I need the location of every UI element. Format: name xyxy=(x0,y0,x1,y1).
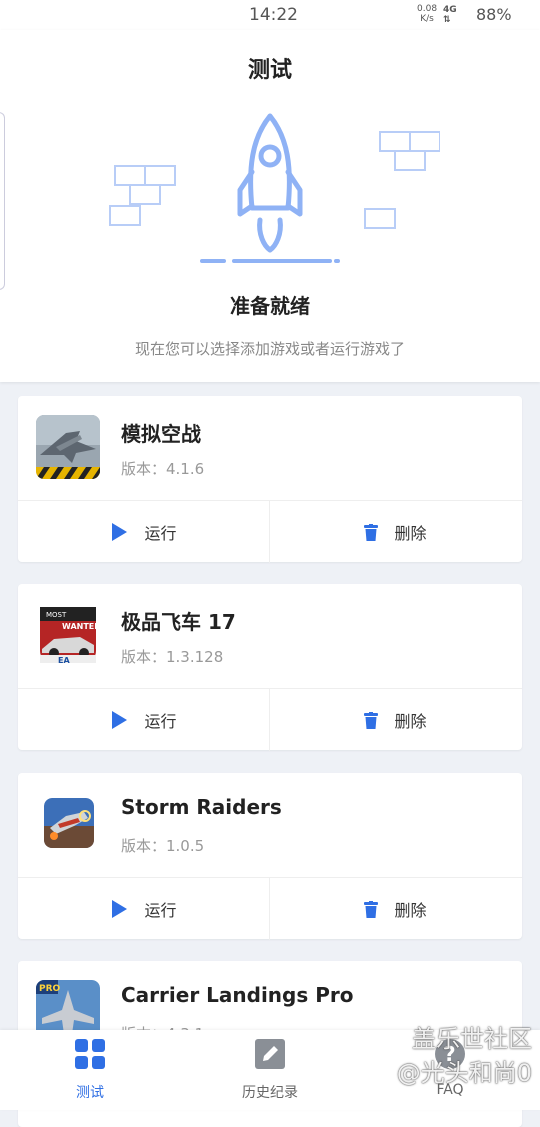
svg-text:PRO: PRO xyxy=(39,984,61,994)
game-card: Storm Raiders 版本：1.0.5 运行 删除 xyxy=(18,773,522,940)
propeller-plane-icon[interactable] xyxy=(44,798,94,848)
status-time: 14:22 xyxy=(249,5,298,25)
delete-button[interactable]: 删除 xyxy=(270,689,521,751)
delete-button[interactable]: 删除 xyxy=(270,501,521,563)
ready-status-title: 准备就绪 xyxy=(230,294,310,318)
grid-icon xyxy=(75,1039,105,1069)
delete-label: 删除 xyxy=(394,901,427,920)
watermark-line-2: @光头和尚0 xyxy=(396,1059,532,1087)
network-speed: 0.08 K/s xyxy=(417,4,437,24)
trash-icon xyxy=(364,900,379,918)
ready-status-description: 现在您可以选择添加游戏或者运行游戏了 xyxy=(134,340,405,358)
game-version: 版本：1.0.5 xyxy=(121,837,205,855)
game-version: 版本：1.3.128 xyxy=(121,648,224,666)
data-arrows-icon: ⇅ xyxy=(443,15,451,25)
network-speed-unit: K/s xyxy=(420,14,434,24)
game-name: 极品飞车 17 xyxy=(121,610,236,634)
svg-text:EA: EA xyxy=(58,656,70,665)
run-button[interactable]: 运行 xyxy=(18,878,270,940)
svg-text:MOST: MOST xyxy=(46,611,67,619)
play-icon xyxy=(112,711,128,729)
game-actions: 运行 删除 xyxy=(18,877,522,940)
rocket-illustration-icon xyxy=(109,113,440,263)
network-type: 4G ⇅ xyxy=(443,5,457,25)
tab-test-label: 测试 xyxy=(76,1085,104,1101)
game-name: Carrier Landings Pro xyxy=(121,983,354,1007)
game-name: Storm Raiders xyxy=(121,795,282,819)
page-title: 测试 xyxy=(247,58,292,83)
run-button[interactable]: 运行 xyxy=(18,689,270,751)
tab-test[interactable]: 测试 xyxy=(30,1030,150,1110)
edit-icon xyxy=(255,1039,285,1069)
run-label: 运行 xyxy=(144,712,177,731)
tab-history-label: 历史纪录 xyxy=(242,1085,298,1101)
battery-level: 88% xyxy=(476,5,512,24)
jet-fighter-icon[interactable] xyxy=(36,415,100,479)
hero-section: 测试 准备就绪 现在您可以选择添加游戏或者运行游戏了 xyxy=(0,30,540,382)
watermark-line-1: 盖乐世社区 xyxy=(412,1025,532,1053)
watermark: 盖乐世社区 @光头和尚0 xyxy=(397,1022,532,1090)
network-speed-value: 0.08 xyxy=(417,4,438,14)
racing-car-icon[interactable]: MOST WANTED EA xyxy=(36,603,100,667)
network-type-label: 4G xyxy=(443,5,457,15)
game-name: 模拟空战 xyxy=(121,422,201,446)
game-card: MOST WANTED EA 极品飞车 17 版本：1.3.128 运行 删除 xyxy=(18,584,522,751)
status-bar: 14:22 0.08 K/s 4G ⇅ 88% xyxy=(0,0,540,30)
trash-icon xyxy=(364,711,379,729)
game-actions: 运行 删除 xyxy=(18,500,522,563)
delete-label: 删除 xyxy=(394,524,427,543)
play-icon xyxy=(112,900,128,918)
run-label: 运行 xyxy=(144,524,177,543)
delete-button[interactable]: 删除 xyxy=(270,878,521,940)
side-drawer-handle[interactable] xyxy=(0,112,5,290)
run-label: 运行 xyxy=(144,901,177,920)
tab-history[interactable]: 历史纪录 xyxy=(210,1030,330,1110)
play-icon xyxy=(112,523,128,541)
delete-label: 删除 xyxy=(394,712,427,731)
trash-icon xyxy=(364,523,379,541)
svg-text:WANTED: WANTED xyxy=(62,622,100,631)
game-version: 版本：4.1.6 xyxy=(121,460,205,478)
game-actions: 运行 删除 xyxy=(18,688,522,751)
run-button[interactable]: 运行 xyxy=(18,501,270,563)
game-card: 模拟空战 版本：4.1.6 运行 删除 xyxy=(18,396,522,563)
